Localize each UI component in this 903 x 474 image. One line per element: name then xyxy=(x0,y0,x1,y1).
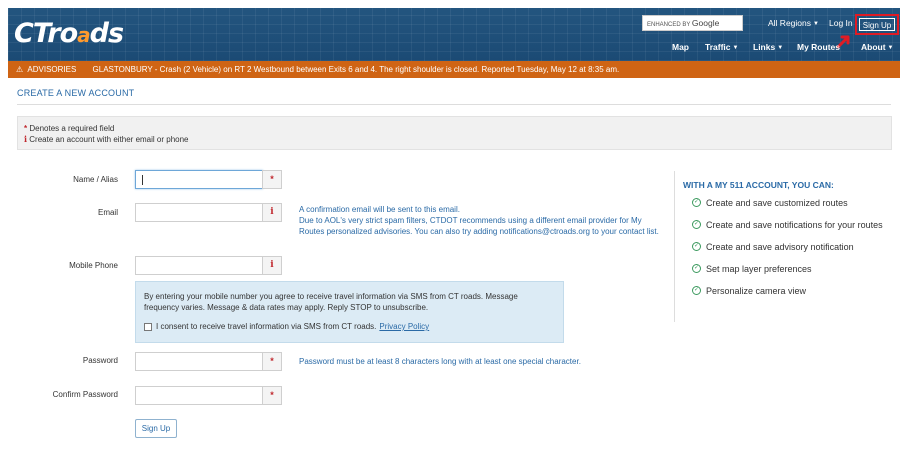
caret-down-icon: ▼ xyxy=(813,21,819,27)
column-divider xyxy=(674,171,675,322)
email-input[interactable] xyxy=(135,203,263,222)
check-circle-icon: ✓ xyxy=(692,264,701,273)
confirm-password-input[interactable] xyxy=(135,386,263,405)
title-divider xyxy=(17,104,891,105)
site-header: CTroads ENHANCED BY Google All Regions ▼ … xyxy=(8,8,900,61)
ctroads-logo[interactable]: CTroads xyxy=(14,18,124,50)
text-cursor xyxy=(142,175,143,185)
advisory-label: ADVISORIES xyxy=(27,65,77,74)
advisory-bar[interactable]: ⚠ ADVISORIES GLASTONBURY - Crash (2 Vehi… xyxy=(8,61,900,78)
notice-required-text: Denotes a required field xyxy=(29,124,115,133)
nav-about[interactable]: About ▼ xyxy=(861,42,894,54)
notice-either-text: Create an account with either email or p… xyxy=(29,135,189,144)
sms-consent-checkbox[interactable] xyxy=(144,322,152,331)
signup-highlight: Sign Up xyxy=(855,14,899,35)
list-item: ✓ Create and save advisory notification xyxy=(692,242,854,252)
required-icon: * xyxy=(262,352,282,371)
required-icon: * xyxy=(262,386,282,405)
benefits-list: ✓ Create and save customized routes ✓ Crea… xyxy=(692,196,892,306)
list-item: ✓ Create and save notifications for your … xyxy=(692,220,883,230)
phone-input[interactable] xyxy=(135,256,263,275)
check-circle-icon: ✓ xyxy=(692,286,701,295)
nav-traffic[interactable]: Traffic ▼ xyxy=(705,42,738,54)
check-circle-icon: ✓ xyxy=(692,242,701,251)
phone-label: Mobile Phone xyxy=(69,261,118,270)
warning-icon: ⚠ xyxy=(16,65,24,74)
list-item: ✓ Create and save customized routes xyxy=(692,198,848,208)
email-label: Email xyxy=(97,208,118,217)
caret-down-icon: ▼ xyxy=(887,45,894,51)
sms-consent-label: I consent to receive travel information … xyxy=(156,322,377,331)
check-circle-icon: ✓ xyxy=(692,220,701,229)
info-icon: i xyxy=(262,256,282,275)
sms-disclaimer: By entering your mobile number you agree… xyxy=(144,292,518,312)
name-label: Name / Alias xyxy=(73,175,118,184)
sms-consent-box: By entering your mobile number you agree… xyxy=(135,281,564,343)
info-icon: i xyxy=(24,134,28,144)
caret-down-icon: ▼ xyxy=(777,45,784,51)
required-icon: * xyxy=(24,124,28,133)
list-item: ✓ Personalize camera view xyxy=(692,286,807,296)
page-title: CREATE A NEW ACCOUNT xyxy=(17,88,135,98)
benefits-title: WITH A MY 511 ACCOUNT, YOU CAN: xyxy=(683,180,834,190)
list-item: ✓ Set map layer preferences xyxy=(692,264,812,274)
info-icon: i xyxy=(262,203,282,222)
signup-submit-button[interactable]: Sign Up xyxy=(135,419,177,438)
privacy-policy-link[interactable]: Privacy Policy xyxy=(379,321,429,332)
signup-button[interactable]: Sign Up xyxy=(859,18,895,31)
email-help-aol: Due to AOL's very strict spam filters, C… xyxy=(299,216,659,236)
advisory-message[interactable]: GLASTONBURY - Crash (2 Vehicle) on RT 2 … xyxy=(93,65,620,74)
nav-map[interactable]: Map xyxy=(672,42,689,53)
email-help-line: A confirmation email will be sent to thi… xyxy=(299,205,460,214)
password-help: Password must be at least 8 characters l… xyxy=(299,357,581,366)
required-icon: * xyxy=(262,170,282,189)
search-input[interactable]: ENHANCED BY Google xyxy=(642,15,743,31)
login-link[interactable]: Log In xyxy=(829,18,853,28)
regions-dropdown[interactable]: All Regions ▼ xyxy=(768,18,819,29)
password-input[interactable] xyxy=(135,352,263,371)
nav-links[interactable]: Links ▼ xyxy=(753,42,783,54)
nav-my-routes[interactable]: My Routes xyxy=(797,42,840,53)
password-label: Password xyxy=(82,356,118,365)
required-notice: * Denotes a required field i Create an a… xyxy=(17,116,892,150)
caret-down-icon: ▼ xyxy=(732,45,739,51)
name-input[interactable] xyxy=(135,170,263,189)
check-circle-icon: ✓ xyxy=(692,198,701,207)
email-help: A confirmation email will be sent to thi… xyxy=(299,204,659,237)
confirm-password-label: Confirm Password xyxy=(52,390,118,399)
